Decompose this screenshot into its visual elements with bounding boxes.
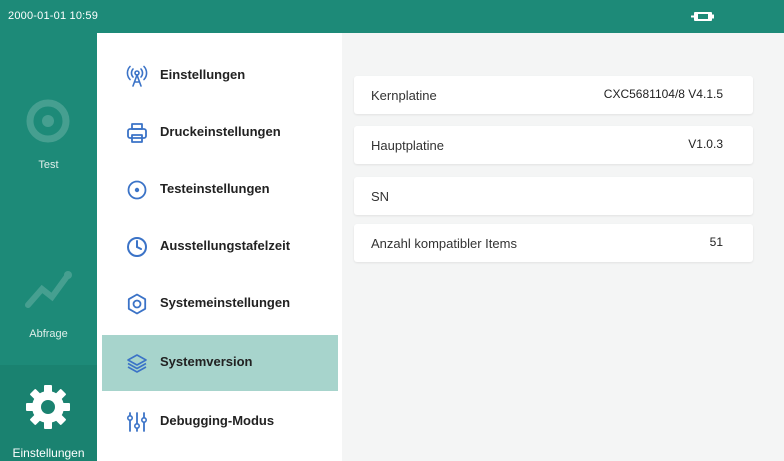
submenu-item-debugging-modus[interactable]: Debugging-Modus: [102, 394, 338, 450]
submenu-item-testeinstellungen[interactable]: Testeinstellungen: [102, 162, 338, 218]
submenu-item-label: Ausstellungstafelzeit: [160, 238, 291, 253]
submenu-item-ausstellungstafelzeit[interactable]: Ausstellungstafelzeit: [102, 219, 338, 275]
info-value: 51: [709, 235, 723, 249]
submenu-item-einstellungen[interactable]: Einstellungen: [102, 48, 338, 104]
submenu-item-systemeinstellungen[interactable]: Systemeinstellungen: [102, 276, 338, 332]
signal-icon: [126, 65, 148, 87]
nav-item-test[interactable]: Test: [0, 33, 97, 188]
submenu-item-label: Testeinstellungen: [160, 181, 270, 196]
info-row: Hauptplatine V1.0.3: [354, 126, 753, 164]
info-label: Hauptplatine: [371, 138, 444, 153]
nav-item-label: Abfrage: [29, 328, 68, 340]
settings-icon: [127, 293, 147, 315]
submenu-item-label: Druckeinstellungen: [160, 124, 281, 139]
layers-icon: [127, 354, 147, 373]
query-icon: [25, 271, 72, 308]
main-nav: Test Abfrage Einstellungen: [0, 33, 97, 461]
battery-icon: [691, 12, 714, 21]
settings-submenu: Einstellungen Druckeinstellungen Testein…: [97, 33, 342, 461]
info-label: Kernplatine: [371, 88, 437, 103]
version-info-panel: Kernplatine CXC5681104/8 V4.1.5 Hauptpla…: [342, 33, 784, 461]
info-value: V1.0.3: [688, 137, 723, 151]
info-value: CXC5681104/8 V4.1.5: [603, 87, 723, 101]
nav-item-label: Einstellungen: [12, 446, 85, 460]
nav-item-settings[interactable]: Einstellungen: [0, 365, 97, 461]
submenu-item-systemversion[interactable]: Systemversion: [102, 335, 338, 391]
datetime-label: 2000-01-01 10:59: [8, 10, 99, 22]
clock-icon: [127, 237, 147, 257]
info-row: SN: [354, 177, 753, 215]
submenu-item-label: Systemeinstellungen: [160, 295, 291, 310]
gear-icon: [26, 385, 70, 429]
nav-item-label: Test: [38, 159, 59, 171]
submenu-item-label: Debugging-Modus: [160, 413, 275, 428]
sliders-icon: [126, 412, 148, 432]
printer-icon: [127, 123, 147, 143]
info-label: Anzahl kompatibler Items: [371, 236, 517, 251]
nav-item-query[interactable]: Abfrage: [0, 201, 97, 351]
gear-icon: [26, 99, 70, 143]
submenu-item-druckeinstellungen[interactable]: Druckeinstellungen: [102, 105, 338, 161]
info-row: Kernplatine CXC5681104/8 V4.1.5: [354, 76, 753, 114]
info-label: SN: [371, 189, 390, 204]
target-icon: [127, 180, 147, 200]
status-bar: 2000-01-01 10:59: [0, 0, 784, 33]
submenu-item-label: Systemversion: [160, 354, 253, 369]
submenu-item-label: Einstellungen: [160, 67, 246, 82]
info-row: Anzahl kompatibler Items 51: [354, 224, 753, 262]
